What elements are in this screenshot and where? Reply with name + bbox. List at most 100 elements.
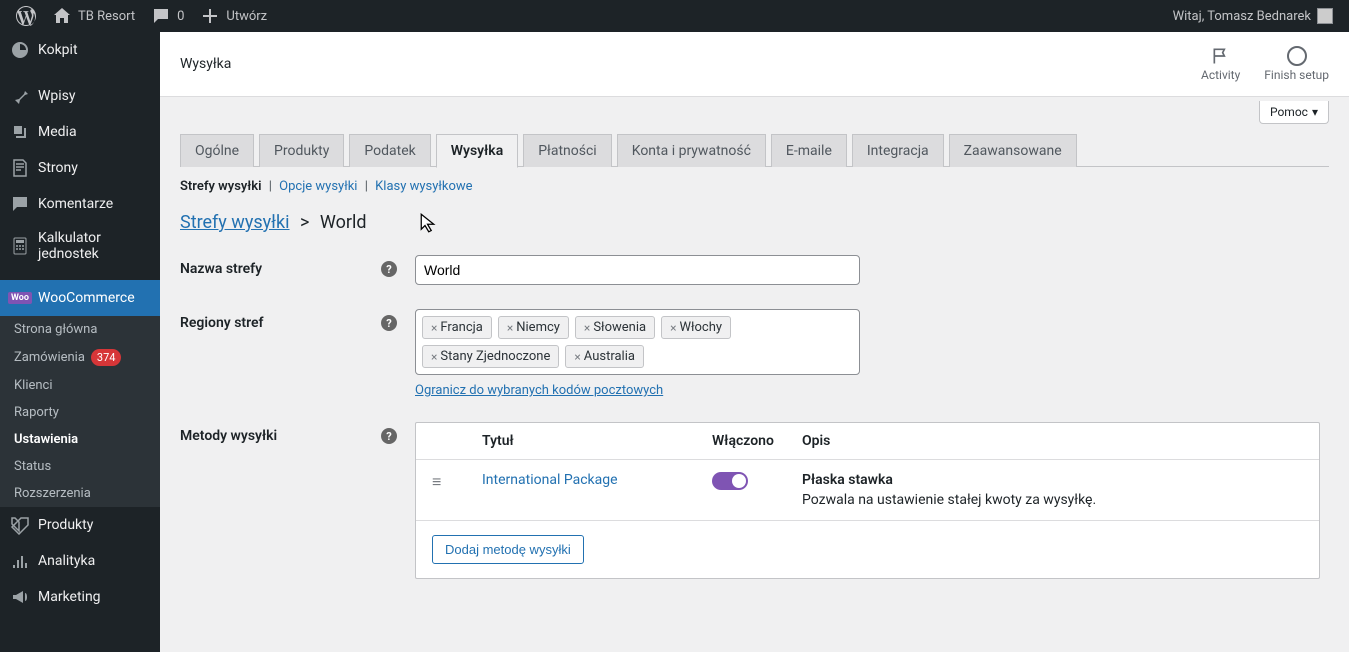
subtab-classes[interactable]: Klasy wysyłkowe: [375, 179, 472, 194]
help-icon[interactable]: ?: [381, 428, 397, 444]
zone-name-input[interactable]: [415, 255, 860, 285]
dashboard-icon: [10, 40, 30, 60]
method-desc-name: Płaska stawka: [802, 472, 1303, 488]
page-header: Wysyłka Activity Finish setup: [160, 32, 1349, 97]
calculator-icon: [10, 236, 30, 256]
tab-tax[interactable]: Podatek: [349, 134, 430, 167]
remove-tag-icon[interactable]: ×: [507, 321, 513, 335]
sidebar-item-pages[interactable]: Strony: [0, 150, 160, 186]
megaphone-icon: [10, 587, 30, 607]
remove-tag-icon[interactable]: ×: [431, 350, 437, 364]
sub-item-home[interactable]: Strona główna: [0, 316, 160, 343]
remove-tag-icon[interactable]: ×: [584, 321, 590, 335]
remove-tag-icon[interactable]: ×: [431, 321, 437, 335]
main-content: Wysyłka Activity Finish setup Pomoc ▾ Og…: [160, 32, 1349, 652]
page-icon: [10, 158, 30, 178]
pin-icon: [10, 86, 30, 106]
add-method-button[interactable]: Dodaj metodę wysyłki: [432, 535, 584, 564]
sidebar-item-marketing[interactable]: Marketing: [0, 579, 160, 615]
site-link[interactable]: TB Resort: [44, 0, 143, 32]
settings-tabs: Ogólne Produkty Podatek Wysyłka Płatnośc…: [180, 134, 1329, 167]
regions-label: Regiony stref: [180, 315, 264, 331]
sidebar-item-analytics[interactable]: Analityka: [0, 543, 160, 579]
subtab-options[interactable]: Opcje wysyłki: [279, 179, 357, 194]
drag-handle-icon[interactable]: ≡: [432, 472, 482, 492]
sidebar-item-dashboard[interactable]: Kokpit: [0, 32, 160, 68]
sub-item-customers[interactable]: Klienci: [0, 372, 160, 399]
region-tag: ×Włochy: [661, 316, 731, 339]
comments-link[interactable]: 0: [143, 0, 192, 32]
col-desc: Opis: [802, 433, 1303, 449]
region-tag: ×Francja: [422, 316, 492, 339]
admin-bar: TB Resort 0 Utwórz Witaj, Tomasz Bednare…: [0, 0, 1349, 32]
chevron-down-icon: ▾: [1312, 105, 1318, 119]
tab-integration[interactable]: Integracja: [852, 134, 944, 167]
comment-count: 0: [177, 9, 184, 24]
method-title-link[interactable]: International Package: [482, 472, 712, 488]
tab-general[interactable]: Ogólne: [180, 134, 254, 167]
plus-icon: [200, 6, 220, 26]
tab-accounts[interactable]: Konta i prywatność: [617, 134, 766, 167]
sub-item-settings[interactable]: Ustawienia: [0, 426, 160, 453]
postal-codes-link[interactable]: Ogranicz do wybranych kodów pocztowych: [415, 383, 663, 398]
flag-icon: [1211, 46, 1231, 66]
wordpress-icon: [16, 6, 36, 26]
regions-select[interactable]: ×Francja ×Niemcy ×Słowenia ×Włochy ×Stan…: [415, 309, 860, 375]
site-name: TB Resort: [78, 9, 135, 24]
sidebar-item-comments[interactable]: Komentarze: [0, 186, 160, 222]
sub-item-reports[interactable]: Raporty: [0, 399, 160, 426]
subtab-zones[interactable]: Strefy wysyłki: [180, 179, 261, 194]
admin-sidebar: Kokpit Wpisy Media Strony Komentarze Kal…: [0, 32, 160, 652]
orders-badge: 374: [91, 349, 122, 366]
howdy-text: Witaj, Tomasz Bednarek: [1173, 9, 1311, 24]
tab-products[interactable]: Produkty: [259, 134, 344, 167]
remove-tag-icon[interactable]: ×: [670, 321, 676, 335]
enabled-toggle[interactable]: [712, 472, 748, 490]
help-tab[interactable]: Pomoc ▾: [1259, 101, 1329, 124]
home-icon: [52, 6, 72, 26]
tab-advanced[interactable]: Zaawansowane: [949, 134, 1077, 167]
help-icon[interactable]: ?: [381, 261, 397, 277]
sub-item-status[interactable]: Status: [0, 453, 160, 480]
sidebar-item-media[interactable]: Media: [0, 114, 160, 150]
tab-emails[interactable]: E-maile: [771, 134, 847, 167]
avatar: [1317, 8, 1333, 24]
sidebar-item-woocommerce[interactable]: Woo WooCommerce: [0, 280, 160, 316]
table-row: ≡ International Package Płaska stawka Po…: [416, 459, 1319, 520]
method-desc-text: Pozwala na ustawienie stałej kwoty za wy…: [802, 492, 1303, 508]
products-icon: [10, 515, 30, 535]
wp-logo[interactable]: [8, 0, 44, 32]
sidebar-item-posts[interactable]: Wpisy: [0, 78, 160, 114]
page-title: Wysyłka: [180, 56, 231, 72]
woocommerce-submenu: Strona główna Zamówienia 374 Klienci Rap…: [0, 316, 160, 507]
tab-payments[interactable]: Płatności: [523, 134, 612, 167]
region-tag: ×Stany Zjednoczone: [422, 345, 559, 368]
comment-icon: [151, 6, 171, 26]
activity-button[interactable]: Activity: [1201, 46, 1240, 82]
help-icon[interactable]: ?: [381, 315, 397, 331]
new-label: Utwórz: [226, 9, 267, 24]
media-icon: [10, 122, 30, 142]
sub-item-orders[interactable]: Zamówienia 374: [0, 343, 160, 372]
new-link[interactable]: Utwórz: [192, 0, 275, 32]
shipping-methods-table: Tytuł Włączono Opis ≡ International Pack…: [415, 422, 1320, 579]
col-title: Tytuł: [482, 433, 712, 449]
finish-setup-button[interactable]: Finish setup: [1264, 46, 1329, 82]
region-tag: ×Australia: [565, 345, 644, 368]
breadcrumb: Strefy wysyłki > World: [180, 212, 1329, 233]
col-enabled: Włączono: [712, 433, 802, 449]
tab-shipping[interactable]: Wysyłka: [436, 134, 518, 168]
zone-name-label: Nazwa strefy: [180, 261, 262, 277]
breadcrumb-link[interactable]: Strefy wysyłki: [180, 212, 290, 233]
circle-icon: [1287, 46, 1307, 66]
methods-label: Metody wysyłki: [180, 428, 277, 444]
analytics-icon: [10, 551, 30, 571]
region-tag: ×Słowenia: [575, 316, 655, 339]
sidebar-item-calculator[interactable]: Kalkulator jednostek: [0, 222, 160, 270]
remove-tag-icon[interactable]: ×: [574, 350, 580, 364]
sub-item-extensions[interactable]: Rozszerzenia: [0, 480, 160, 507]
account-link[interactable]: Witaj, Tomasz Bednarek: [1165, 0, 1341, 32]
sidebar-item-products[interactable]: Produkty: [0, 507, 160, 543]
shipping-subtabs: Strefy wysyłki | Opcje wysyłki | Klasy w…: [180, 179, 1329, 194]
region-tag: ×Niemcy: [498, 316, 569, 339]
